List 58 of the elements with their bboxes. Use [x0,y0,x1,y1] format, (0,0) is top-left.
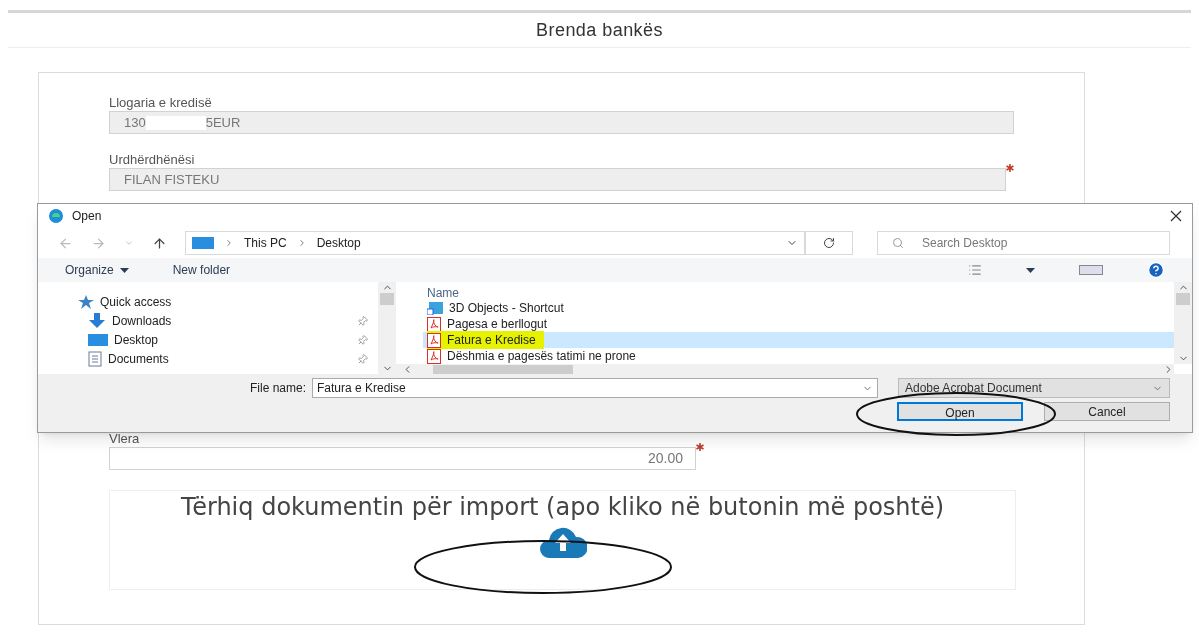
field-value: FILAN FISTEKU [124,170,220,189]
field-value: 130 [124,113,146,132]
scrollbar-thumb[interactable] [1176,293,1190,305]
pdf-file-icon [427,332,441,348]
column-header[interactable]: Name [423,286,1174,300]
cloud-upload-icon[interactable] [538,526,587,558]
scrollbar-thumb[interactable] [380,293,394,305]
vertical-scrollbar[interactable] [378,282,396,374]
amount-field[interactable]: 20.00 [109,447,696,470]
scrollbar-thumb[interactable] [433,364,573,375]
document-icon [88,351,102,367]
caret-icon[interactable] [1026,267,1035,273]
dialog-button[interactable]: Cancel [1044,402,1170,421]
vertical-scrollbar[interactable] [1174,282,1192,364]
field-value: 5EUR [205,113,241,132]
address-bar[interactable]: This PC Desktop [185,231,805,255]
file-name-label: File name: [249,380,306,397]
nav-item[interactable]: Quick access [100,293,172,311]
breadcrumb-item[interactable]: This PC [244,234,287,252]
desktop-icon [88,334,108,346]
nav-item[interactable]: Desktop [114,331,159,349]
download-arrow-icon [88,313,106,329]
upload-dropzone[interactable]: Tërhiq dokumentin për import (apo kliko në butonin më poshtë) [109,490,1016,590]
page-title: Brenda bankës [536,18,663,42]
help-icon[interactable] [1147,261,1165,279]
field-label: Llogaria e kredisë [109,95,213,111]
dropzone-text: Tërhiq dokumentin për import (apo kliko në butonin më poshtë) [179,494,946,520]
field-label: Vlera [109,431,141,447]
file-row[interactable]: Fatura e Kredise [423,332,1174,348]
toolbar-button[interactable]: Organize [65,261,114,279]
file-row[interactable]: Dëshmia e pagesës tatimi ne prone [423,348,1174,364]
pdf-file-icon [427,348,441,364]
computer-icon [192,237,214,249]
field-label: Urdhërdhënësi [109,152,196,168]
refresh-icon[interactable] [823,237,835,249]
dialog-title: Open [72,208,102,225]
file-name-field[interactable]: Fatura e Kredise [312,378,878,398]
nav-item[interactable]: Documents [108,350,169,368]
preview-pane-icon[interactable] [1079,265,1103,275]
view-list-icon[interactable] [968,263,982,277]
forward-arrow-icon[interactable] [91,235,106,251]
nav-item[interactable]: Downloads [112,312,172,330]
search-icon [892,237,904,249]
close-icon[interactable] [1170,210,1182,222]
file-type-dropdown[interactable]: Adobe Acrobat Document [898,378,1170,398]
chevron-right-icon [224,238,234,248]
dialog-button[interactable]: Open [897,402,1023,421]
search-field[interactable]: Search Desktop [877,231,1170,255]
breadcrumb-item[interactable]: Desktop [316,234,361,252]
file-row[interactable]: Pagesa e berllogut [423,316,1174,332]
toolbar-button[interactable]: New folder [172,261,231,279]
star-icon [78,295,94,309]
cube-shortcut-icon [427,301,443,315]
horizontal-scrollbar[interactable] [396,364,1174,375]
browser-logo-icon [48,208,64,224]
chevron-down-icon[interactable] [124,238,134,248]
caret-icon[interactable] [119,267,129,273]
file-row[interactable]: 3D Objects - Shortcut [423,300,1174,316]
